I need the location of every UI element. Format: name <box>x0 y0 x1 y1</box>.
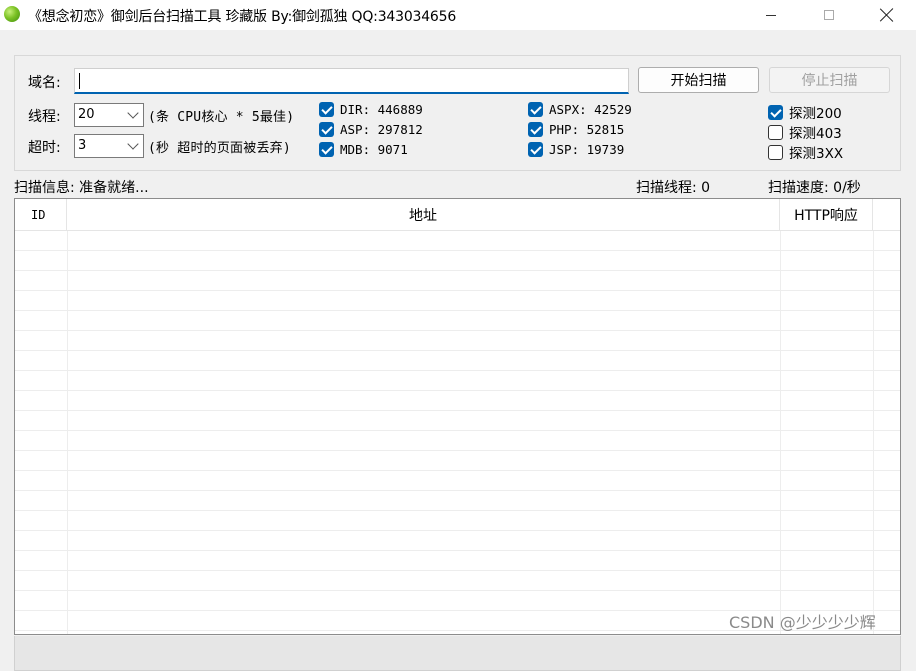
dict-label: ASP: 297812 <box>340 122 423 137</box>
probe-checkbox-403[interactable]: 探测403 <box>768 122 842 142</box>
table-row <box>15 551 900 571</box>
column-header-id[interactable]: ID <box>15 199 67 231</box>
dict-checkbox-dir[interactable]: DIR: 446889 <box>319 102 423 117</box>
probe-checkbox-200[interactable]: 探测200 <box>768 102 842 122</box>
minimize-icon <box>766 14 776 16</box>
chevron-down-icon <box>127 107 139 119</box>
dict-label: DIR: 446889 <box>340 102 423 117</box>
chevron-down-icon <box>127 138 139 150</box>
table-row <box>15 391 900 411</box>
table-row <box>15 351 900 371</box>
timeout-hint: (秒 超时的页面被丢弃) <box>148 141 291 156</box>
probe-label: 探测403 <box>789 126 842 142</box>
table-row <box>15 431 900 451</box>
table-header: ID 地址 HTTP响应 <box>15 199 900 231</box>
green-ball-icon <box>4 6 20 22</box>
table-row <box>15 511 900 531</box>
table-body <box>15 231 900 631</box>
dict-label: JSP: 19739 <box>549 142 625 157</box>
dict-label: ASPX: 42529 <box>549 102 632 117</box>
table-row <box>15 271 900 291</box>
checkbox-checked-icon <box>528 142 543 157</box>
column-header-filler <box>873 199 900 231</box>
close-icon <box>880 8 894 22</box>
checkbox-checked-icon <box>768 104 783 120</box>
results-table[interactable]: ID 地址 HTTP响应 <box>14 198 901 635</box>
dict-checkbox-mdb[interactable]: MDB: 9071 <box>319 142 408 157</box>
scan-threads-text: 扫描线程: 0 <box>636 180 711 196</box>
threads-select[interactable]: 20 <box>74 103 144 127</box>
dict-label: PHP: 52815 <box>549 122 625 137</box>
column-header-http[interactable]: HTTP响应 <box>780 199 873 231</box>
dict-checkbox-asp[interactable]: ASP: 297812 <box>319 122 423 137</box>
text-caret <box>79 73 80 89</box>
checkbox-checked-icon <box>319 102 334 117</box>
maximize-button[interactable] <box>806 0 852 30</box>
window-title: 《想念初恋》御剑后台扫描工具 珍藏版 By:御剑孤独 QQ:343034656 <box>28 9 457 25</box>
dict-label: MDB: 9071 <box>340 142 408 157</box>
watermark: CSDN @少少少少辉 <box>729 613 876 632</box>
checkbox-checked-icon <box>319 122 334 137</box>
scan-info-text: 扫描信息: 准备就绪... <box>14 180 149 196</box>
minimize-button[interactable] <box>748 0 794 30</box>
checkbox-unchecked-icon <box>768 124 783 140</box>
timeout-select[interactable]: 3 <box>74 134 144 158</box>
stop-scan-button[interactable]: 停止扫描 <box>769 67 890 93</box>
status-bar <box>14 636 901 671</box>
client-area: 域名: 开始扫描 停止扫描 线程: 20 (条 CPU核心 * 5最佳) 超时:… <box>0 30 916 671</box>
probe-checkbox-3xx[interactable]: 探测3XX <box>768 142 843 162</box>
table-row <box>15 291 900 311</box>
table-row <box>15 371 900 391</box>
timeout-label: 超时: <box>28 140 61 156</box>
threads-label: 线程: <box>28 109 61 125</box>
checkbox-unchecked-icon <box>768 144 783 160</box>
table-row <box>15 471 900 491</box>
domain-label: 域名: <box>28 75 61 91</box>
table-row <box>15 571 900 591</box>
dict-checkbox-jsp[interactable]: JSP: 19739 <box>528 142 624 157</box>
table-row <box>15 231 900 251</box>
probe-label: 探测3XX <box>789 146 844 162</box>
threads-value: 20 <box>78 107 95 122</box>
timeout-value: 3 <box>78 138 87 153</box>
table-row <box>15 531 900 551</box>
table-row <box>15 251 900 271</box>
table-row <box>15 331 900 351</box>
domain-input[interactable] <box>74 68 629 94</box>
checkbox-checked-icon <box>528 122 543 137</box>
dict-checkbox-php[interactable]: PHP: 52815 <box>528 122 624 137</box>
table-row <box>15 591 900 611</box>
column-header-address[interactable]: 地址 <box>67 199 780 231</box>
checkbox-checked-icon <box>319 142 334 157</box>
scan-speed-text: 扫描速度: 0/秒 <box>768 180 861 196</box>
table-row <box>15 451 900 471</box>
probe-label: 探测200 <box>789 106 842 122</box>
threads-hint: (条 CPU核心 * 5最佳) <box>148 110 295 125</box>
maximize-icon <box>824 10 834 20</box>
title-bar: 《想念初恋》御剑后台扫描工具 珍藏版 By:御剑孤独 QQ:343034656 <box>0 0 916 30</box>
checkbox-checked-icon <box>528 102 543 117</box>
start-scan-button[interactable]: 开始扫描 <box>638 67 759 93</box>
dict-checkbox-aspx[interactable]: ASPX: 42529 <box>528 102 632 117</box>
close-button[interactable] <box>864 0 910 30</box>
table-row <box>15 491 900 511</box>
table-row <box>15 311 900 331</box>
table-row <box>15 411 900 431</box>
